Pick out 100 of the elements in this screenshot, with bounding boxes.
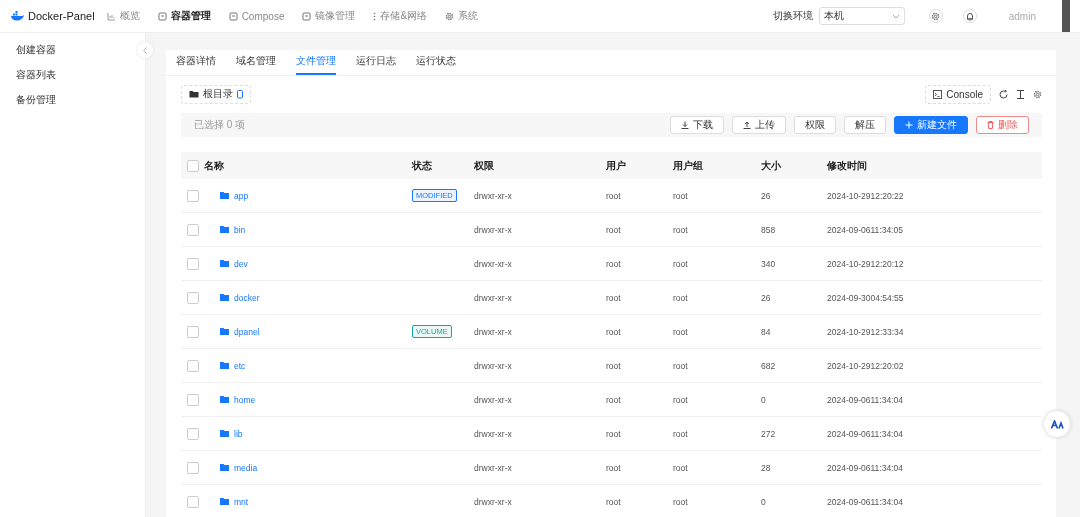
plus-icon <box>905 121 913 129</box>
folder-icon <box>220 294 229 301</box>
settings-icon[interactable] <box>1033 89 1042 99</box>
table-cell: drwxr-xr-x <box>474 224 512 235</box>
file-name[interactable]: home <box>234 394 256 405</box>
file-name[interactable]: mnt <box>234 496 249 507</box>
user-name[interactable]: admin <box>1008 10 1036 22</box>
action-button[interactable]: 解压 <box>844 116 886 134</box>
table-cell: root <box>673 292 688 303</box>
table-cell: root <box>606 462 621 473</box>
table-cell: root <box>606 224 621 235</box>
tab[interactable]: 运行状态 <box>416 50 456 75</box>
table-cell: 2024-10-2912:20:22 <box>827 190 904 201</box>
table-cell: drwxr-xr-x <box>474 462 512 473</box>
sidebar-item[interactable]: 创建容器 <box>0 37 72 62</box>
trash-icon <box>987 121 994 129</box>
folder-icon <box>189 90 199 98</box>
action-button[interactable]: 权限 <box>794 116 836 134</box>
tab[interactable]: 文件管理 <box>296 50 336 75</box>
collapse-button[interactable] <box>137 42 153 58</box>
file-name[interactable]: lib <box>234 428 243 439</box>
column-header: 用户 <box>606 159 626 171</box>
file-name[interactable]: dev <box>234 258 248 269</box>
folder-icon <box>220 430 229 437</box>
nav-item[interactable]: Compose <box>228 10 285 22</box>
action-button[interactable]: 新建文件 <box>894 116 968 134</box>
table-cell: 2024-09-0611:34:04 <box>827 394 903 405</box>
root-directory-button[interactable]: 根目录 <box>181 84 251 104</box>
row-checkbox[interactable] <box>187 325 199 338</box>
selection-count: 已选择 0 项 <box>194 118 246 132</box>
table-cell: root <box>606 496 621 507</box>
row-checkbox[interactable] <box>187 359 199 372</box>
table-cell: drwxr-xr-x <box>474 190 512 201</box>
table-cell: 84 <box>761 326 771 337</box>
sidebar-item[interactable]: 备份管理 <box>0 87 72 112</box>
upload-icon <box>743 121 751 129</box>
sidebar-item[interactable]: 容器列表 <box>0 62 72 87</box>
tab[interactable]: 容器详情 <box>176 50 216 75</box>
nav-item[interactable]: 概览 <box>106 9 140 23</box>
folder-icon <box>220 192 229 199</box>
table-cell: 2024-09-0611:34:04 <box>827 428 903 439</box>
file-name[interactable]: bin <box>234 224 246 235</box>
chevron-down-icon <box>891 13 900 19</box>
console-button[interactable]: Console <box>925 84 991 104</box>
row-checkbox[interactable] <box>187 393 199 406</box>
settings-icon <box>445 11 455 21</box>
table-cell: 0 <box>761 394 766 405</box>
table-cell: 682 <box>761 360 776 371</box>
refresh-icon[interactable] <box>999 89 1008 99</box>
column-header: 状态 <box>412 159 432 171</box>
table-cell: drwxr-xr-x <box>474 292 512 303</box>
select-all-checkbox[interactable] <box>187 159 199 172</box>
text-cursor-icon[interactable] <box>1016 89 1025 99</box>
table-cell: drwxr-xr-x <box>474 360 512 371</box>
assistant-button[interactable] <box>1044 411 1070 437</box>
environment-select[interactable]: 本机 <box>818 7 905 25</box>
folder-icon <box>220 226 229 233</box>
table-cell: root <box>673 258 688 269</box>
table-cell: 26 <box>761 292 771 303</box>
nav-item[interactable]: 容器管理 <box>157 9 211 23</box>
column-header: 权限 <box>474 159 494 171</box>
folder-icon <box>220 396 229 403</box>
table-cell: 272 <box>761 428 776 439</box>
row-checkbox[interactable] <box>187 291 199 304</box>
whale-icon <box>10 11 24 21</box>
window-icon <box>228 11 238 21</box>
row-checkbox[interactable] <box>187 495 199 508</box>
scrollbar[interactable] <box>1062 0 1070 32</box>
row-checkbox[interactable] <box>187 427 199 440</box>
nav-item[interactable]: 镜像管理 <box>302 9 356 23</box>
table-cell: root <box>673 360 688 371</box>
table-cell: root <box>673 496 688 507</box>
table-cell: drwxr-xr-x <box>474 258 512 269</box>
action-button[interactable]: 下载 <box>670 116 724 134</box>
row-checkbox[interactable] <box>187 461 199 474</box>
table-cell: root <box>673 394 688 405</box>
chevron-left-icon <box>143 46 147 54</box>
file-name[interactable]: etc <box>234 360 246 371</box>
file-name[interactable]: app <box>234 190 249 201</box>
settings-button[interactable] <box>928 9 943 23</box>
row-checkbox[interactable] <box>187 189 199 202</box>
environment-label: 切换环境 <box>772 9 813 23</box>
nav-item[interactable]: 系统 <box>445 9 479 23</box>
table-cell: root <box>606 428 621 439</box>
notification-button[interactable] <box>962 9 977 23</box>
nav-item[interactable]: 存储&网络 <box>373 9 428 23</box>
row-checkbox[interactable] <box>187 257 199 270</box>
table-cell: 2024-09-3004:54:55 <box>827 292 904 303</box>
table-cell: 0 <box>761 496 766 507</box>
file-name[interactable]: docker <box>234 292 260 303</box>
action-button[interactable]: 上传 <box>732 116 786 134</box>
file-name[interactable]: dpanel <box>234 326 260 337</box>
file-name[interactable]: media <box>234 462 258 473</box>
table-cell: drwxr-xr-x <box>474 496 512 507</box>
tab[interactable]: 域名管理 <box>236 50 276 75</box>
bell-icon <box>965 11 974 21</box>
action-button[interactable]: 删除 <box>976 116 1029 134</box>
row-checkbox[interactable] <box>187 223 199 236</box>
table-cell: 858 <box>761 224 776 235</box>
tab[interactable]: 运行日志 <box>356 50 396 75</box>
